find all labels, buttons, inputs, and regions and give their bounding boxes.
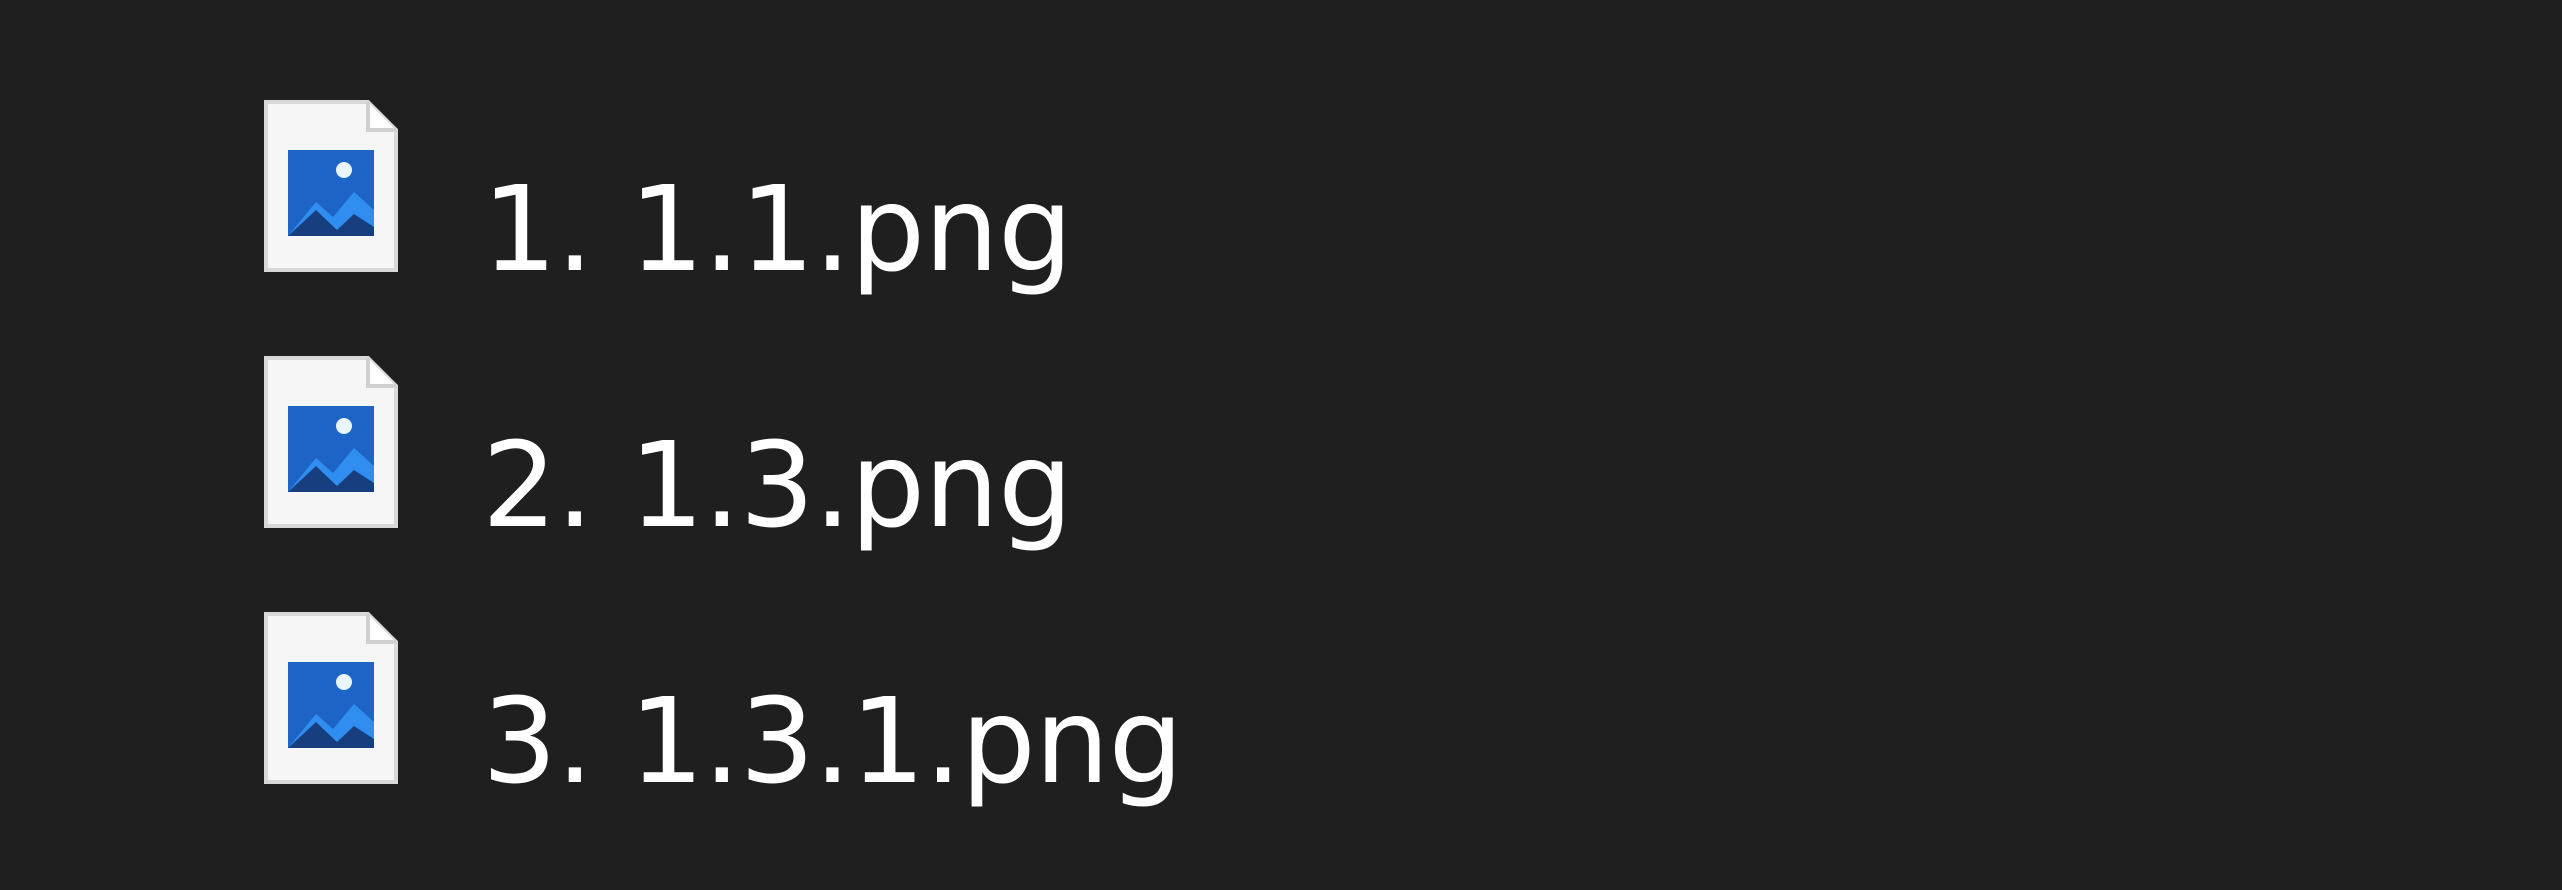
image-file-icon xyxy=(262,610,400,786)
file-item-2[interactable]: 2. 1.3.png xyxy=(262,356,1073,577)
file-name: 1. 1.1.png xyxy=(482,160,1073,298)
file-list: 1. 1.1.png 2. 1.3.png 3. 1.3.1.png xyxy=(0,0,2562,890)
file-item-1[interactable]: 1. 1.1.png xyxy=(262,100,1073,321)
file-item-3[interactable]: 3. 1.3.1.png xyxy=(262,612,1183,833)
image-file-icon xyxy=(262,354,400,530)
file-name: 2. 1.3.png xyxy=(482,416,1073,554)
image-file-icon xyxy=(262,98,400,274)
file-name: 3. 1.3.1.png xyxy=(482,672,1183,810)
